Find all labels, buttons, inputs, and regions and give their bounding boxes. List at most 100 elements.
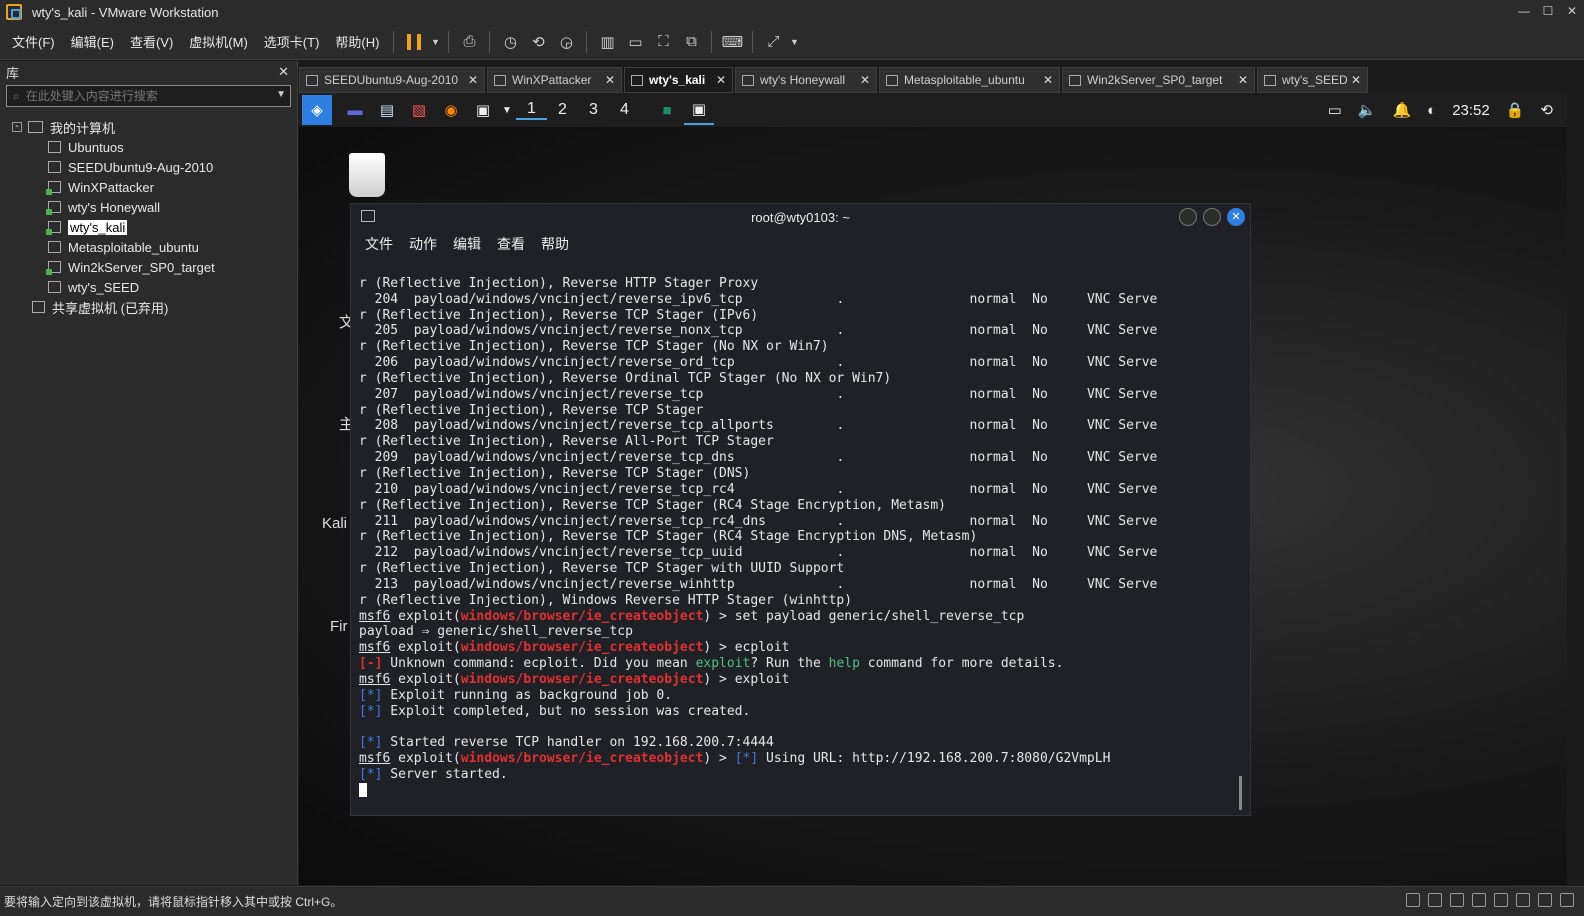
stretch-view-icon[interactable]: ⤢ bbox=[759, 29, 787, 55]
tree-item-vm[interactable]: wty's_SEED bbox=[0, 277, 297, 297]
console-view-icon[interactable]: ⌨ bbox=[718, 29, 746, 55]
revert-snapshot-icon[interactable]: ⟲ bbox=[524, 29, 552, 55]
kali-menu-icon[interactable]: ◈ bbox=[302, 95, 332, 125]
task-terminal-icon[interactable]: ▣ bbox=[684, 95, 714, 125]
tree-item-vm[interactable]: Metasploitable_ubuntu bbox=[0, 237, 297, 257]
terminal-line-error: [-] Unknown command: ecploit. Did you me… bbox=[359, 656, 1064, 672]
term-menu-view[interactable]: 查看 bbox=[497, 234, 525, 254]
tree-item-vm[interactable]: wty's Honeywall bbox=[0, 197, 297, 217]
trash-icon[interactable] bbox=[349, 153, 385, 197]
menu-help[interactable]: 帮助(H) bbox=[327, 32, 387, 51]
menu-file[interactable]: 文件(F) bbox=[0, 32, 63, 51]
workspace-2[interactable]: 2 bbox=[547, 101, 578, 119]
close-icon[interactable]: ✕ bbox=[1351, 73, 1361, 87]
workspace-3[interactable]: 3 bbox=[578, 101, 609, 119]
chevron-down-icon[interactable]: ▼ bbox=[276, 89, 286, 100]
payload-row: 211 payload/windows/vncinject/reverse_tc… bbox=[374, 513, 1158, 529]
send-keys-icon[interactable]: ⎙ bbox=[455, 29, 483, 55]
tab-vm[interactable]: Win2kServer_SP0_target ✕ bbox=[1062, 67, 1255, 93]
message-icon[interactable] bbox=[1560, 893, 1574, 907]
tab-vm[interactable]: Metasploitable_ubuntu ✕ bbox=[879, 67, 1060, 93]
terminal-scrollbar[interactable] bbox=[1239, 776, 1242, 810]
usb-icon[interactable] bbox=[1494, 893, 1508, 907]
maximize-icon[interactable]: ☐ bbox=[1536, 0, 1560, 24]
close-icon[interactable]: ✕ bbox=[860, 73, 870, 87]
vm-running-icon bbox=[46, 201, 61, 215]
workspace-4[interactable]: 4 bbox=[609, 101, 640, 119]
tree-root[interactable]: - 我的计算机 bbox=[0, 117, 297, 137]
term-menu-file[interactable]: 文件 bbox=[365, 234, 393, 254]
lock-icon[interactable]: 🔒 bbox=[1506, 101, 1525, 119]
file-manager-icon[interactable]: ▤ bbox=[372, 95, 402, 125]
menu-edit[interactable]: 编辑(E) bbox=[63, 32, 122, 51]
network-icon[interactable] bbox=[1450, 893, 1464, 907]
term-menu-help[interactable]: 帮助 bbox=[541, 234, 569, 254]
snapshot-manager-icon[interactable]: ◶ bbox=[552, 29, 580, 55]
desktop-icon-label[interactable]: Fir bbox=[330, 618, 348, 635]
close-icon[interactable]: ✕ bbox=[278, 64, 289, 80]
tree-item-vm[interactable]: WinXPattacker bbox=[0, 177, 297, 197]
fullscreen-icon[interactable]: ⛶ bbox=[649, 29, 677, 55]
hdd-icon[interactable] bbox=[1406, 893, 1420, 907]
unity-icon[interactable]: ⧉ bbox=[677, 29, 705, 55]
menu-view[interactable]: 查看(V) bbox=[122, 32, 181, 51]
tab-vm[interactable]: wty's_SEED ✕ bbox=[1257, 67, 1368, 93]
tab-vm-active[interactable]: wty's_kali ✕ bbox=[624, 67, 733, 93]
logout-icon[interactable]: ⟲ bbox=[1540, 101, 1553, 119]
cdrom-icon[interactable] bbox=[1428, 893, 1442, 907]
tree-item-shared[interactable]: 共享虚拟机 (已弃用) bbox=[0, 297, 297, 317]
guest-screen[interactable]: ◈ ▬ ▤ ▧ ◉ ▣ ▼ 1 2 3 4 ■ ▣ ▭ 🔈 🔔 ◐ 23:52 … bbox=[299, 93, 1567, 885]
menu-tabs[interactable]: 选项卡(T) bbox=[256, 32, 328, 51]
tree-item-vm[interactable]: SEEDUbuntu9-Aug-2010 bbox=[0, 157, 297, 177]
tree-item-vm[interactable]: Win2kServer_SP0_target bbox=[0, 257, 297, 277]
minimize-icon[interactable]: — bbox=[1512, 0, 1536, 24]
tree-item-vm-selected[interactable]: wty's_kali bbox=[0, 217, 297, 237]
chevron-down-icon[interactable]: ▼ bbox=[428, 29, 442, 55]
tab-vm[interactable]: wty's Honeywall ✕ bbox=[735, 67, 877, 93]
tab-vm[interactable]: WinXPattacker ✕ bbox=[487, 67, 622, 93]
display-icon[interactable]: ▭ bbox=[1328, 101, 1342, 119]
firefox-icon[interactable]: ◉ bbox=[436, 95, 466, 125]
task-app-icon[interactable]: ■ bbox=[652, 95, 682, 125]
thumbnail-view-icon[interactable]: ▭ bbox=[621, 29, 649, 55]
close-icon[interactable]: ✕ bbox=[468, 73, 478, 87]
library-view-icon[interactable]: ▥ bbox=[593, 29, 621, 55]
sound-icon[interactable] bbox=[1472, 893, 1486, 907]
snapshot-icon[interactable]: ◷ bbox=[496, 29, 524, 55]
printer-icon[interactable] bbox=[1516, 893, 1530, 907]
power-status-icon[interactable]: ◐ bbox=[1427, 102, 1436, 119]
pause-button[interactable] bbox=[400, 29, 428, 55]
chevron-down-icon[interactable]: ▼ bbox=[787, 29, 801, 55]
chevron-down-icon[interactable]: ▼ bbox=[500, 95, 514, 125]
notification-icon[interactable]: 🔔 bbox=[1392, 101, 1411, 119]
maximize-button[interactable] bbox=[1203, 208, 1221, 226]
clock[interactable]: 23:52 bbox=[1452, 102, 1490, 119]
terminal-window[interactable]: root@wty0103: ~ ✕ 文件 动作 编辑 查看 帮助 r (Refl… bbox=[350, 203, 1251, 816]
collapse-icon[interactable]: - bbox=[12, 122, 22, 132]
close-icon[interactable]: ✕ bbox=[1560, 0, 1584, 24]
minimize-button[interactable] bbox=[1179, 208, 1197, 226]
menu-vm[interactable]: 虚拟机(M) bbox=[181, 32, 256, 51]
display-icon[interactable] bbox=[1538, 893, 1552, 907]
library-search[interactable]: ⌕ ▼ bbox=[6, 85, 291, 107]
term-menu-edit[interactable]: 编辑 bbox=[453, 234, 481, 254]
terminal-output[interactable]: r (Reflective Injection), Reverse HTTP S… bbox=[351, 258, 1250, 813]
terminal-menu: 文件 动作 编辑 查看 帮助 bbox=[351, 230, 1250, 258]
term-menu-action[interactable]: 动作 bbox=[409, 234, 437, 254]
show-desktop-icon[interactable]: ▬ bbox=[340, 95, 370, 125]
tab-vm[interactable]: SEEDUbuntu9-Aug-2010 ✕ bbox=[299, 67, 485, 93]
close-icon[interactable]: ✕ bbox=[716, 73, 726, 87]
close-icon[interactable]: ✕ bbox=[1043, 73, 1053, 87]
text-editor-icon[interactable]: ▧ bbox=[404, 95, 434, 125]
close-icon[interactable]: ✕ bbox=[605, 73, 615, 87]
search-input[interactable] bbox=[25, 89, 256, 103]
terminal-launcher-icon[interactable]: ▣ bbox=[468, 95, 498, 125]
close-icon[interactable]: ✕ bbox=[1238, 73, 1248, 87]
volume-icon[interactable]: 🔈 bbox=[1358, 101, 1377, 119]
terminal-line: r (Reflective Injection), Reverse HTTP S… bbox=[359, 275, 759, 291]
workspace-1[interactable]: 1 bbox=[516, 100, 547, 120]
tree-item-vm[interactable]: Ubuntuos bbox=[0, 137, 297, 157]
close-button[interactable]: ✕ bbox=[1227, 208, 1245, 226]
payload-row: 207 payload/windows/vncinject/reverse_tc… bbox=[374, 386, 1158, 402]
desktop-icon-label[interactable]: Kali bbox=[322, 515, 347, 532]
